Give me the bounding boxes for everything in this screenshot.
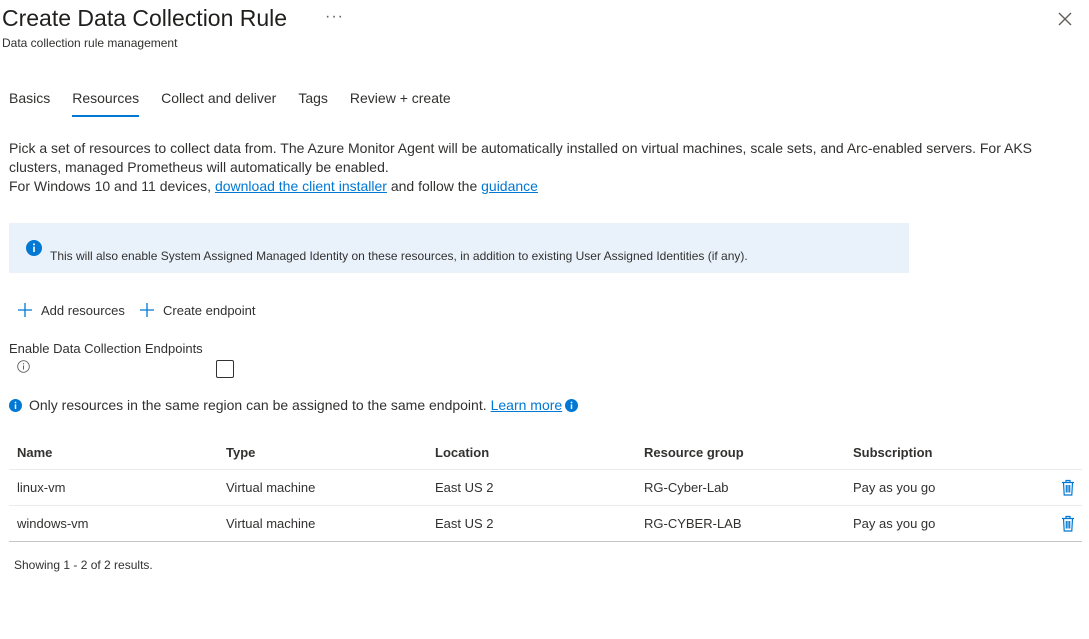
description-line2-middle: and follow the <box>386 178 482 194</box>
description: Pick a set of resources to collect data … <box>9 139 1084 196</box>
results-count: Showing 1 - 2 of 2 results. <box>14 558 153 572</box>
cell-resource-group: RG-CYBER-LAB <box>644 516 742 531</box>
info-bar-text: This will also enable System Assigned Ma… <box>50 249 748 263</box>
trash-icon[interactable] <box>1061 515 1075 537</box>
add-resources-label: Add resources <box>41 302 125 318</box>
cell-resource-group: RG-Cyber-Lab <box>644 480 729 495</box>
cell-subscription: Pay as you go <box>853 480 936 495</box>
cell-name: windows-vm <box>17 516 89 531</box>
page-subtitle: Data collection rule management <box>2 36 178 50</box>
close-icon[interactable] <box>1056 10 1074 28</box>
enable-endpoints-label: Enable Data Collection Endpoints <box>9 341 203 356</box>
resources-table: Name Type Location Resource group Subscr… <box>9 436 1082 542</box>
learn-more-link[interactable]: Learn more <box>491 397 563 413</box>
column-header-type[interactable]: Type <box>226 436 255 469</box>
column-header-resource-group[interactable]: Resource group <box>644 436 744 469</box>
info-icon <box>9 398 22 412</box>
column-header-subscription[interactable]: Subscription <box>853 436 932 469</box>
tab-basics[interactable]: Basics <box>9 90 50 116</box>
description-text: Pick a set of resources to collect data … <box>9 140 1033 175</box>
column-header-name[interactable]: Name <box>17 436 52 469</box>
info-bar: This will also enable System Assigned Ma… <box>9 223 909 273</box>
region-note: Only resources in the same region can be… <box>9 397 579 413</box>
guidance-link[interactable]: guidance <box>481 178 538 194</box>
region-note-text: Only resources in the same region can be… <box>29 397 487 413</box>
description-line2-prefix: For Windows 10 and 11 devices, <box>9 178 215 194</box>
tab-review-create[interactable]: Review + create <box>350 90 451 116</box>
info-outline-icon[interactable] <box>17 360 30 378</box>
tab-tags[interactable]: Tags <box>298 90 328 116</box>
cell-type: Virtual machine <box>226 480 316 495</box>
tab-resources[interactable]: Resources <box>72 90 139 117</box>
enable-endpoints-checkbox[interactable] <box>216 360 234 378</box>
table-header-row: Name Type Location Resource group Subscr… <box>9 436 1082 470</box>
cell-type: Virtual machine <box>226 516 316 531</box>
add-resources-button[interactable]: Add resources <box>17 302 125 318</box>
cell-name: linux-vm <box>17 480 66 495</box>
cell-location: East US 2 <box>435 480 494 495</box>
table-row: windows-vm Virtual machine East US 2 RG-… <box>9 506 1082 542</box>
trash-icon[interactable] <box>1061 479 1075 501</box>
create-endpoint-label: Create endpoint <box>163 302 256 318</box>
create-endpoint-button[interactable]: Create endpoint <box>139 302 256 318</box>
plus-icon <box>18 303 32 317</box>
table-row: linux-vm Virtual machine East US 2 RG-Cy… <box>9 470 1082 506</box>
plus-icon <box>140 303 154 317</box>
download-installer-link[interactable]: download the client installer <box>215 178 387 194</box>
cell-subscription: Pay as you go <box>853 516 936 531</box>
info-icon[interactable] <box>565 398 579 412</box>
tab-collect-and-deliver[interactable]: Collect and deliver <box>161 90 276 116</box>
more-options-button[interactable]: ··· <box>325 8 344 26</box>
page-title: Create Data Collection Rule <box>2 5 288 31</box>
cell-location: East US 2 <box>435 516 494 531</box>
info-icon <box>26 240 42 261</box>
tab-bar: Basics Resources Collect and deliver Tag… <box>9 90 473 117</box>
column-header-location[interactable]: Location <box>435 436 489 469</box>
